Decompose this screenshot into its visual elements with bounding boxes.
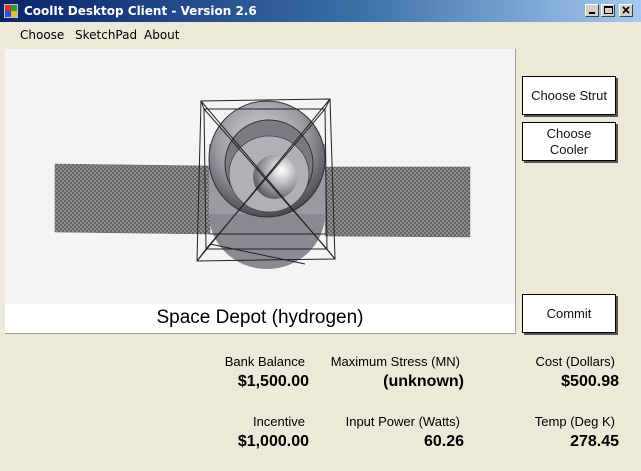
close-button[interactable] [619,4,633,17]
input-power-label: Input Power (Watts) [345,414,460,429]
choose-strut-label: Choose Strut [531,87,607,103]
cost-value: $500.98 [561,373,619,390]
maximize-button[interactable] [601,4,615,17]
menu-bar: Choose SketchPad About [0,22,641,46]
choose-cooler-label-line1: Choose [546,125,592,141]
commit-label: Commit [546,305,592,321]
temp-value: 278.45 [570,433,619,450]
menu-about[interactable]: About [144,28,179,42]
max-stress-value: (unknown) [383,373,464,390]
app-icon [4,4,18,18]
minimize-button[interactable] [585,4,599,17]
model-caption: Space Depot (hydrogen) [156,307,364,328]
model-viewport[interactable]: Space Depot (hydrogen) [5,49,516,334]
bank-balance-label: Bank Balance [224,354,305,369]
temp-label: Temp (Deg K) [534,414,615,429]
close-icon [622,6,630,14]
cost-label: Cost (Dollars) [535,354,615,369]
menu-sketchpad[interactable]: SketchPad [75,28,137,42]
max-stress-label: Maximum Stress (MN) [330,354,460,369]
menu-choose[interactable]: Choose [20,28,64,42]
bank-balance-value: $1,500.00 [237,373,309,390]
maximize-icon [604,6,613,14]
incentive-value: $1,000.00 [237,433,309,450]
depot-render [5,49,515,304]
title-bar: CoolIt Desktop Client - Version 2.6 [0,0,641,22]
commit-button[interactable]: Commit [522,294,616,333]
input-power-value: 60.26 [423,433,464,450]
window-title: CoolIt Desktop Client - Version 2.6 [24,4,257,18]
minimize-icon [589,12,595,14]
choose-strut-button[interactable]: Choose Strut [522,76,616,115]
incentive-label: Incentive [252,414,305,429]
choose-cooler-button[interactable]: Choose Cooler [522,122,616,161]
choose-cooler-label-line2: Cooler [549,141,589,157]
